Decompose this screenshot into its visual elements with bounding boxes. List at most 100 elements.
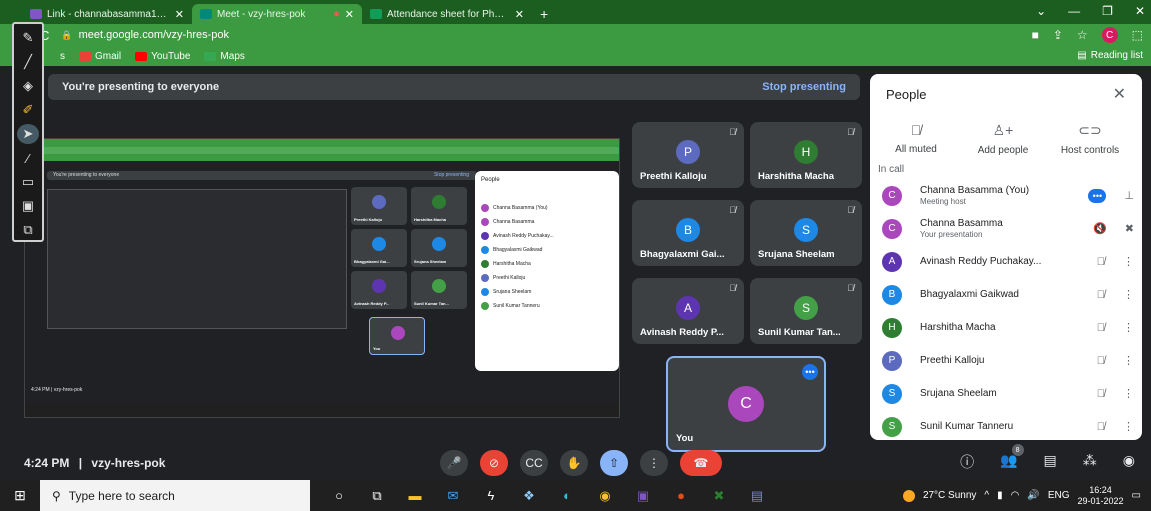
participant-row[interactable]: H Harshitha Macha 🎙̸ ⋮ [870,311,1142,344]
laser-pointer-icon[interactable]: ⁄ [17,148,39,168]
battery-icon[interactable]: ▮ [997,490,1003,501]
tray-overflow-icon[interactable]: ^ [984,490,989,501]
network-icon[interactable]: ◠ [1011,490,1020,501]
more-vert-icon[interactable]: ⋮ [1123,255,1134,268]
bookmark-youtube[interactable]: YouTube [135,51,190,62]
close-window-icon[interactable]: ✕ [1135,4,1145,18]
mic-off-icon[interactable]: 🎙̸ [1097,322,1105,334]
pin-off-icon[interactable]: ✖ [1125,222,1134,235]
add-people-button[interactable]: ♙+ Add people [963,122,1043,156]
captions-button[interactable]: CC [520,450,548,476]
camera-in-use-icon[interactable]: ■ [1032,28,1039,42]
tab-attendance[interactable]: Attendance sheet for Phase-3 - G ✕ [362,4,532,24]
more-options-icon[interactable]: ••• [802,364,818,380]
chat-icon[interactable]: ▤ [1044,452,1057,472]
clock[interactable]: 16:24 29-01-2022 [1078,485,1124,507]
app2-icon[interactable]: ▤ [748,487,766,505]
bookmark-star-icon[interactable]: ☆ [1077,28,1088,42]
participant-row[interactable]: B Bhagyalaxmi Gaikwad 🎙̸ ⋮ [870,278,1142,311]
lock-host-icon[interactable]: ◉ [1123,452,1135,472]
participant-row[interactable]: C Channa Basamma Your presentation 🔇 ✖ [870,212,1142,245]
pen-icon[interactable]: ✎ [17,28,39,48]
present-button[interactable]: ⇧ [600,450,628,476]
excel-icon[interactable]: ✖ [710,487,728,505]
dropbox-icon[interactable]: ❖ [520,487,538,505]
file-explorer-icon[interactable]: ▬ [406,487,424,505]
mail-icon[interactable]: ✉ [444,487,462,505]
language-label[interactable]: ENG [1048,490,1070,501]
mic-off-icon[interactable]: 🎙̸ [1097,256,1105,268]
tab-search-icon[interactable]: ⌄ [1036,4,1046,18]
more-vert-icon[interactable]: ⋮ [1123,354,1134,367]
self-tile[interactable]: ••• C You [666,356,826,452]
marker-icon[interactable]: ╱ [17,52,39,72]
desktop-icon[interactable]: ⧉ [17,220,39,240]
url-field[interactable]: 🔒 meet.google.com/vzy-hres-pok [61,29,229,41]
profile-avatar[interactable]: C [1101,27,1118,43]
chrome-icon[interactable]: ◉ [596,487,614,505]
mic-off-icon[interactable]: 🎙̸ [1097,355,1105,367]
bookmark-gmail[interactable]: Gmail [79,51,121,62]
more-vert-icon[interactable]: ⋮ [1123,321,1134,334]
participant-row[interactable]: C Channa Basamma (You) Meeting host ••• ⊥ [870,179,1142,212]
activities-icon[interactable]: ⁂ [1083,452,1097,472]
app-icon[interactable]: ϟ [482,487,500,505]
stop-presenting-button[interactable]: Stop presenting [762,81,846,93]
info-icon[interactable]: ⓘ [960,452,974,472]
participant-tile[interactable]: 🎙̸ P Preethi Kalloju [632,122,744,188]
volume-icon[interactable]: 🔊 [1027,490,1039,501]
people-button[interactable]: 👥 8 [1000,444,1024,472]
tab-link[interactable]: Link - channabasamma1640@gm ✕ [22,4,192,24]
mic-off-icon[interactable]: 🎙̸ [1097,388,1105,400]
task-view-icon[interactable]: ⧉ [368,487,386,505]
participant-row[interactable]: S Srujana Sheelam 🎙̸ ⋮ [870,377,1142,410]
mic-off-icon[interactable]: 🎙̸ [1097,289,1105,301]
apps-label[interactable]: s [60,51,65,62]
highlighter-icon[interactable]: ✐ [17,100,39,120]
cursor-icon[interactable]: ➤ [17,124,39,144]
screenshot-icon[interactable]: ▣ [17,196,39,216]
participant-row[interactable]: A Avinash Reddy Puchakay... 🎙̸ ⋮ [870,245,1142,278]
powerpoint-icon[interactable]: ● [672,487,690,505]
taskbar-search[interactable]: ⚲ Type here to search [40,480,310,511]
close-tab-icon[interactable]: ✕ [175,8,184,21]
eraser-icon[interactable]: ◈ [17,76,39,96]
restore-icon[interactable]: ❐ [1102,4,1113,18]
close-tab-icon[interactable]: ✕ [345,8,354,21]
end-call-button[interactable]: ☎ [680,450,722,476]
reading-list-button[interactable]: ▤ Reading list [1077,50,1143,61]
share-icon[interactable]: ⇪ [1053,28,1063,42]
whiteboard-icon[interactable]: ▭ [17,172,39,192]
pin-icon[interactable]: ⊥ [1124,189,1134,202]
mic-off-icon[interactable]: 🎙̸ [1097,421,1105,433]
participant-tile[interactable]: 🎙̸ S Srujana Sheelam [750,200,862,266]
more-vert-icon[interactable]: ⋮ [1123,387,1134,400]
mic-button[interactable]: 🎤 [440,450,468,476]
notifications-icon[interactable]: ▭ [1132,490,1141,501]
tab-meet[interactable]: Meet - vzy-hres-pok ● ✕ [192,4,362,24]
teams-icon[interactable]: ▣ [634,487,652,505]
edge-icon[interactable]: ◐ [558,487,576,505]
host-controls-button[interactable]: ⊂⊃ Host controls [1050,122,1130,156]
camera-off-button[interactable]: ⊘ [480,450,508,476]
participant-tile[interactable]: 🎙̸ A Avinash Reddy P... [632,278,744,344]
more-options-button[interactable]: ⋮ [640,450,668,476]
more-options-icon[interactable]: ••• [1088,188,1107,203]
participant-row[interactable]: P Preethi Kalloju 🎙̸ ⋮ [870,344,1142,377]
close-tab-icon[interactable]: ✕ [515,8,524,21]
participant-tile[interactable]: 🎙̸ H Harshitha Macha [750,122,862,188]
weather-text[interactable]: 27°C Sunny [923,490,976,501]
bookmark-maps[interactable]: Maps [204,51,245,62]
extension-icon[interactable]: ⬚ [1132,28,1143,42]
all-muted-button[interactable]: 🎙̸ All muted [876,122,956,156]
minimize-icon[interactable]: — [1068,4,1080,18]
participant-tile[interactable]: 🎙̸ S Sunil Kumar Tan... [750,278,862,344]
more-vert-icon[interactable]: ⋮ [1123,288,1134,301]
raise-hand-button[interactable]: ✋ [560,450,588,476]
participant-row[interactable]: S Sunil Kumar Tanneru 🎙̸ ⋮ [870,410,1142,443]
more-vert-icon[interactable]: ⋮ [1123,420,1134,433]
close-icon[interactable]: ✕ [1113,84,1126,104]
participant-tile[interactable]: 🎙̸ B Bhagyalaxmi Gai... [632,200,744,266]
cortana-icon[interactable]: ○ [330,487,348,505]
new-tab-button[interactable]: + [532,4,556,24]
